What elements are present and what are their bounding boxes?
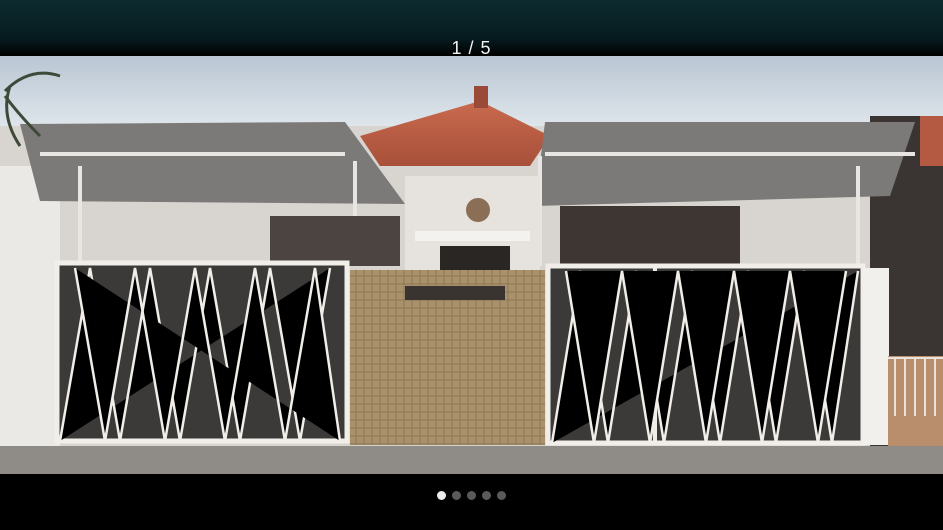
property-photo[interactable] <box>0 56 943 474</box>
pagination-dot-4[interactable] <box>482 491 491 500</box>
pagination-dots <box>0 491 943 501</box>
pagination-dot-3[interactable] <box>467 491 476 500</box>
viewer-top-bar: 1 / 5 <box>0 0 943 58</box>
house-photo-illustration <box>0 56 943 474</box>
pagination-dot-5[interactable] <box>497 491 506 500</box>
pagination-dot-1[interactable] <box>437 491 446 500</box>
pagination-dot-2[interactable] <box>452 491 461 500</box>
